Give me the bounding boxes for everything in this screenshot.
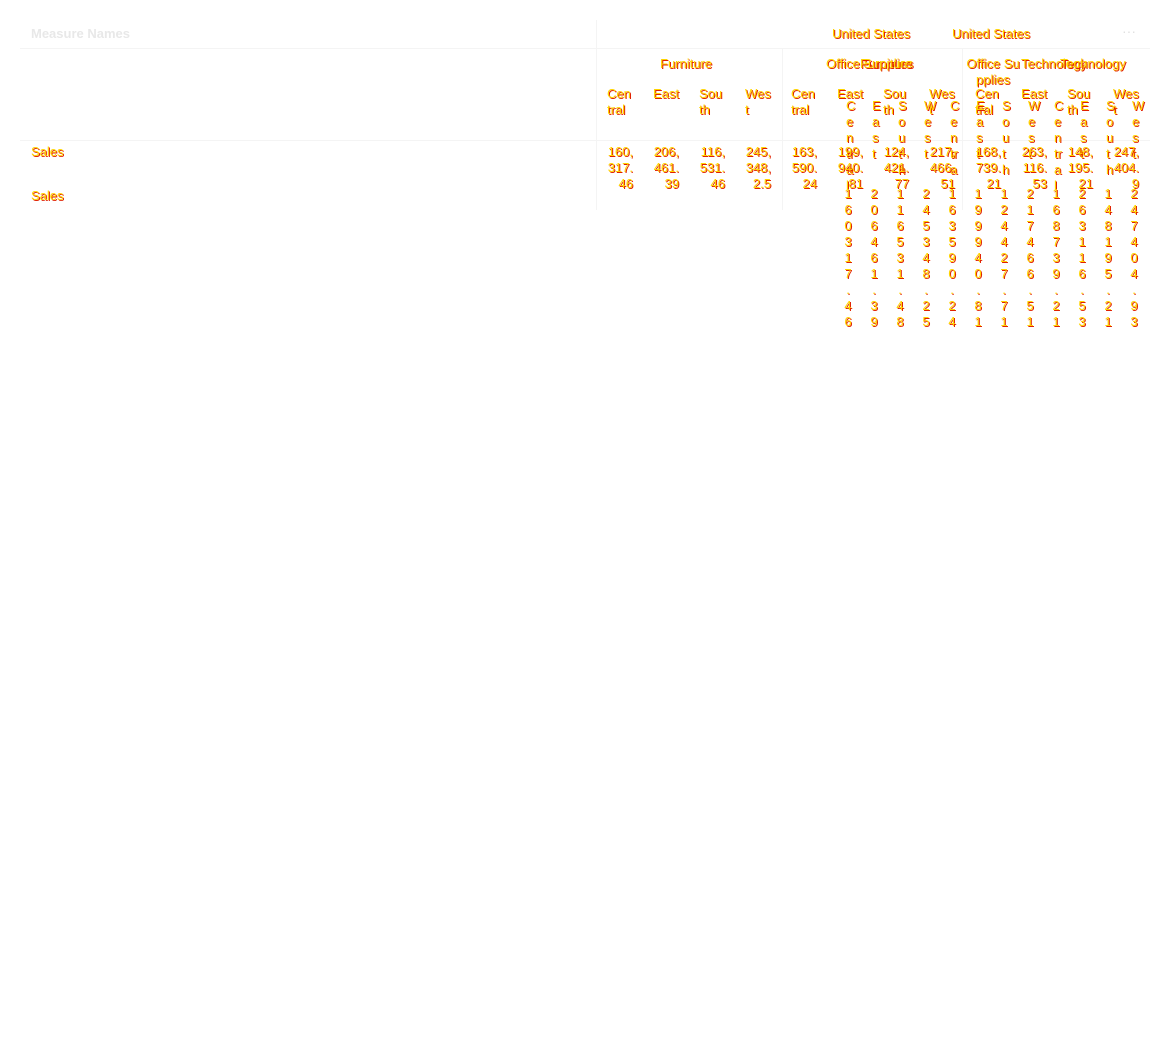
- sales-cell: 247,404.9: [1113, 144, 1139, 191]
- country-header-1: United States: [832, 26, 911, 41]
- sales-cell-narrow: 263116.53: [1078, 186, 1086, 329]
- region-header-narrow: Central: [1054, 98, 1064, 193]
- sales-cell: 206,461.39: [653, 144, 679, 191]
- sales-cell-narrow: 206461.39: [870, 186, 878, 329]
- region-header-narrow: East: [872, 98, 881, 161]
- sales-cell-narrow: 199940.81: [974, 186, 982, 329]
- region-header: East: [653, 86, 680, 101]
- sales-cell-narrow: 160317.46: [844, 186, 852, 329]
- sales-cell-narrow: 148195.21: [1104, 186, 1112, 329]
- country-header-2: United States: [952, 26, 1031, 41]
- row-label-sales: Sales: [31, 188, 64, 203]
- sales-cell-narrow: 124427.71: [1000, 186, 1008, 329]
- category-header: Office Supplies: [966, 56, 1020, 87]
- sales-cell: 163,590.24: [791, 144, 817, 191]
- region-header: West: [745, 86, 771, 117]
- region-header-narrow: South: [1002, 98, 1011, 177]
- sales-cell-narrow: 168739.21: [1052, 186, 1060, 329]
- region-header: Central: [607, 86, 631, 117]
- measure-names-header: Measure Names: [31, 26, 130, 41]
- sales-cell: 263,116.53: [1021, 144, 1047, 191]
- category-header: Furniture: [860, 56, 913, 71]
- region-header: Central: [791, 86, 815, 117]
- sales-cell: 160,317.46: [607, 144, 633, 191]
- sales-cell-narrow: 245348.25: [922, 186, 930, 329]
- category-header: Furniture: [660, 56, 713, 71]
- grid-line: [962, 48, 963, 210]
- grid-line: [20, 48, 1150, 49]
- sales-cell: 148,195.21: [1067, 144, 1093, 191]
- ellipsis-icon[interactable]: ···: [1120, 24, 1138, 38]
- sales-cell: 199,940.81: [837, 144, 863, 191]
- category-header: Technology: [1060, 56, 1126, 71]
- sales-cell-narrow: 116531.48: [896, 186, 904, 329]
- sales-cell: 116,531.46: [699, 144, 725, 191]
- sales-cell-narrow: 163590.24: [948, 186, 956, 329]
- sales-cell: 217,466.51: [929, 144, 955, 191]
- grid-line: [782, 48, 783, 210]
- sales-cell-narrow: 217466.51: [1026, 186, 1034, 329]
- sales-cell: 245,348,2.5: [745, 144, 771, 191]
- sales-cell: 124,421.77: [883, 144, 909, 191]
- sales-cell: 168,739.21: [975, 144, 1001, 191]
- row-label-sales: Sales: [31, 144, 64, 159]
- region-header: South: [699, 86, 723, 117]
- sales-cell-narrow: 247404.93: [1130, 186, 1138, 329]
